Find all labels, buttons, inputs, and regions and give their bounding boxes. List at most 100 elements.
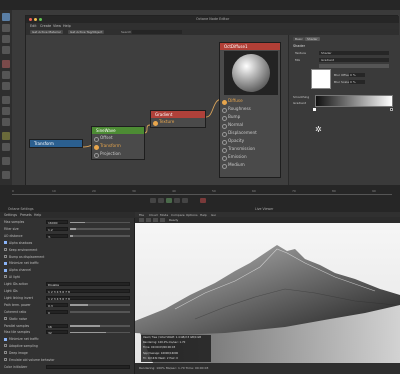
- step-forward-icon[interactable]: [174, 198, 180, 203]
- settings-value-field[interactable]: 16: [46, 323, 68, 329]
- prop-texture-dropdown[interactable]: Shader: [319, 50, 389, 55]
- settings-value-field[interactable]: 32: [46, 330, 68, 335]
- select-tool-icon[interactable]: [2, 46, 10, 54]
- material-port-medium[interactable]: Medium: [220, 161, 282, 169]
- settings-tab-presets[interactable]: Presets: [20, 213, 32, 217]
- viewer-menu-gui[interactable]: Gui: [211, 213, 216, 217]
- record-key-icon[interactable]: [200, 198, 206, 203]
- viewer-menu-file[interactable]: File: [139, 213, 144, 217]
- rotate-tool-icon[interactable]: [2, 35, 10, 43]
- transform-node[interactable]: Transform: [29, 139, 83, 148]
- sinewave-port-offset[interactable]: Offset: [92, 134, 144, 142]
- spline-icon[interactable]: [2, 82, 10, 90]
- viewer-menu-help[interactable]: Help: [200, 213, 207, 217]
- settings-checkbox[interactable]: [4, 261, 7, 265]
- props-tab-shader[interactable]: Shader: [305, 37, 320, 41]
- close-window-icon[interactable]: [29, 18, 32, 21]
- settings-value-field[interactable]: 0.3: [46, 302, 68, 308]
- light-icon[interactable]: [2, 143, 10, 151]
- material-port-transmission[interactable]: Transmission: [220, 145, 282, 153]
- go-start-icon[interactable]: [150, 198, 156, 203]
- stop-icon[interactable]: [160, 218, 165, 222]
- viewer-menu-cloud[interactable]: Cloud: [149, 213, 158, 217]
- material-port-displacement[interactable]: Displacement: [220, 129, 282, 137]
- node-canvas[interactable]: Transform SineWave Offset Transform Proj…: [26, 35, 288, 185]
- gear-icon[interactable]: ✲: [315, 125, 322, 134]
- props-tab-basic[interactable]: Basic: [293, 37, 305, 41]
- go-end-icon[interactable]: [182, 198, 188, 203]
- settings-checkbox[interactable]: [4, 254, 7, 258]
- restart-icon[interactable]: [146, 218, 151, 222]
- settings-value-field[interactable]: Disable: [46, 282, 130, 287]
- get-active-tag-button[interactable]: Get Active Tag/Object: [68, 30, 105, 34]
- move-tool-icon[interactable]: [2, 13, 10, 21]
- menu-view[interactable]: View: [53, 24, 61, 28]
- camera-icon[interactable]: [2, 132, 10, 140]
- get-active-material-button[interactable]: Get Active Material: [30, 30, 63, 34]
- material-port-roughness[interactable]: Roughness: [220, 105, 282, 113]
- menu-edit[interactable]: Edit: [30, 24, 37, 28]
- menu-create[interactable]: Create: [40, 24, 51, 28]
- settings-value-field[interactable]: [46, 364, 130, 369]
- viewer-menu-mode[interactable]: Mode: [160, 213, 168, 217]
- settings-slider[interactable]: [70, 311, 130, 313]
- settings-value-field[interactable]: 1 2 3 4 5 6 7 8: [46, 289, 130, 294]
- settings-value-field[interactable]: 1.2: [46, 226, 68, 232]
- record-icon[interactable]: [2, 60, 10, 68]
- cube-icon[interactable]: [2, 71, 10, 79]
- settings-tab-settings[interactable]: Settings: [4, 213, 17, 217]
- viewer-menu-compare[interactable]: Compare: [171, 213, 185, 217]
- search-input[interactable]: [132, 30, 182, 34]
- settings-checkbox[interactable]: [4, 358, 7, 362]
- settings-slider[interactable]: [70, 325, 130, 327]
- settings-checkbox[interactable]: [4, 247, 7, 251]
- settings-checkbox[interactable]: [4, 275, 7, 279]
- gradient-knot-right[interactable]: [390, 108, 393, 111]
- snap-icon[interactable]: [2, 171, 10, 179]
- menu-help[interactable]: Help: [63, 24, 71, 28]
- send-scene-icon[interactable]: [139, 218, 144, 222]
- gradient-port-texture[interactable]: Texture: [151, 118, 205, 126]
- settings-value-field[interactable]: 1 2 3 4 5 6 7 8: [46, 295, 130, 301]
- prop-blur-scale-field[interactable]: 0 %: [349, 79, 365, 84]
- settings-value-field[interactable]: 16000: [46, 220, 68, 225]
- gradient-node[interactable]: Gradient Texture: [150, 110, 206, 128]
- gradient-ramp[interactable]: [315, 95, 393, 107]
- settings-value-field[interactable]: 3.: [46, 233, 68, 239]
- scale-tool-icon[interactable]: [2, 24, 10, 32]
- material-port-normal[interactable]: Normal: [220, 121, 282, 129]
- deformer-icon[interactable]: [2, 107, 10, 115]
- prop-mix-dropdown[interactable]: Gradient: [319, 57, 389, 62]
- render-image[interactable]: Used / free / total VRAM: 1.4 GB/2.5 GB/…: [135, 223, 400, 363]
- texture-icon[interactable]: [2, 157, 10, 165]
- settings-slider[interactable]: [70, 331, 130, 334]
- material-port-emission[interactable]: Emission: [220, 153, 282, 161]
- prop-blur-offset-field[interactable]: 0 %: [349, 72, 365, 77]
- material-node[interactable]: OctDiffuse1 Diffuse Roughness Bump Norma…: [219, 42, 281, 178]
- zoom-window-icon[interactable]: [39, 18, 42, 21]
- settings-slider[interactable]: [70, 304, 130, 306]
- material-port-bump[interactable]: Bump: [220, 113, 282, 121]
- material-port-opacity[interactable]: Opacity: [220, 137, 282, 145]
- settings-checkbox[interactable]: [4, 268, 7, 272]
- gradient-knot-left[interactable]: [313, 108, 316, 111]
- sinewave-node[interactable]: SineWave Offset Transform Projection: [91, 126, 145, 160]
- minimize-window-icon[interactable]: [34, 18, 37, 21]
- settings-checkbox[interactable]: [4, 344, 7, 348]
- settings-tab-help[interactable]: Help: [34, 213, 41, 217]
- sinewave-port-projection[interactable]: Projection: [92, 150, 144, 158]
- scene-icon[interactable]: [2, 118, 10, 126]
- gradient-knot-color-white[interactable]: [311, 69, 331, 89]
- play-icon[interactable]: [166, 198, 172, 203]
- generator-icon[interactable]: [2, 96, 10, 104]
- timeline-ruler[interactable]: 0 10 20 30 40 50 60 70 80 90: [12, 189, 392, 195]
- settings-checkbox[interactable]: [4, 316, 7, 320]
- settings-checkbox[interactable]: [4, 240, 7, 244]
- sinewave-port-transform[interactable]: Transform: [92, 142, 144, 150]
- settings-slider[interactable]: [70, 228, 130, 230]
- pause-icon[interactable]: [153, 218, 158, 222]
- viewer-menu-options[interactable]: Options: [186, 213, 198, 217]
- material-port-diffuse[interactable]: Diffuse: [220, 97, 282, 105]
- step-back-icon[interactable]: [158, 198, 164, 203]
- settings-slider[interactable]: [70, 235, 130, 237]
